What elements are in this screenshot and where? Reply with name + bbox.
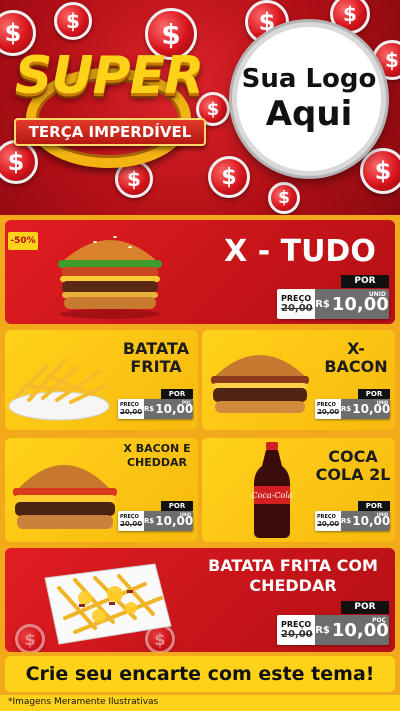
product-title: X BACON E CHEDDAR: [117, 442, 197, 470]
product-card-x-tudo: X - TUDO POR PREÇO 20,00 R$ 10,00 UNID: [5, 220, 395, 324]
unit-label: UNID: [376, 512, 389, 517]
product-card-batata-cheddar: $ $ BATATA FRITA COM CHEDDAR POR PREÇO 2…: [5, 548, 395, 652]
price-old-block: PREÇO 20,00: [277, 615, 315, 645]
old-price: 20,00: [317, 520, 340, 528]
price-box: PREÇO 20,00 R$ 10,00 UNID: [277, 289, 389, 319]
por-label: POR: [161, 389, 193, 399]
price-box: PREÇO 20,00 R$ 10,00 UNID: [315, 399, 390, 419]
price-new-block: R$ 10,00 UNID: [144, 511, 193, 531]
price-new-block: R$ 10,00 POÇ: [315, 615, 389, 645]
currency: R$: [341, 517, 352, 525]
old-price: 20,00: [317, 408, 340, 416]
por-label: POR: [358, 501, 390, 511]
title-line1: X-: [347, 339, 365, 358]
preco-label: PREÇO: [281, 620, 312, 629]
disclaimer-text: *Imagens Meramente Ilustrativas: [8, 697, 159, 707]
price-old-block: PREÇO 20,00: [118, 399, 144, 419]
coin-decoration: $: [360, 148, 400, 194]
old-price: 20,00: [120, 520, 143, 528]
title-line2: CHEDDAR: [126, 456, 188, 469]
price-tag: POR PREÇO 20,00 R$ 10,00 UNID: [118, 501, 193, 531]
price-new-block: R$ 10,00 UNID: [341, 511, 390, 531]
title-line2: CHEDDAR: [249, 576, 337, 595]
old-price: 20,00: [281, 629, 313, 640]
currency: R$: [144, 517, 155, 525]
coin-decoration: $: [54, 2, 92, 40]
price-tag: POR PREÇO 20,00 R$ 10,00 POÇ: [277, 601, 389, 645]
soda-bottle-image: Coca-Cola: [251, 442, 293, 538]
unit-label: UNID: [179, 512, 192, 517]
old-price: 20,00: [120, 408, 143, 416]
title-line1: BATATA FRITA COM: [208, 556, 378, 575]
price-box: PREÇO 20,00 R$ 10,00 POÇ: [277, 615, 389, 645]
price-box: PREÇO 20,00 R$ 10,00 UNID: [315, 511, 390, 531]
hero-banner: $ $ $ $ $ $ $ $ $ $ $ $ SUPER TERÇA IMPE…: [0, 0, 400, 215]
price-old-block: PREÇO 20,00: [118, 511, 144, 531]
unit-label: POÇ: [372, 617, 386, 624]
unit-label: UNID: [368, 291, 386, 298]
preco-label: PREÇO: [281, 294, 312, 303]
fries-cheddar-image: [44, 563, 172, 645]
currency: R$: [315, 298, 330, 310]
product-title: X - TUDO: [224, 234, 376, 269]
currency: R$: [315, 624, 330, 636]
super-badge: SUPER TERÇA IMPERDÍVEL: [8, 38, 208, 168]
price-tag: POR PREÇO 20,00 R$ 10,00 UNID: [315, 389, 390, 419]
por-label: POR: [358, 389, 390, 399]
product-title: BATATA FRITA COM CHEDDAR: [195, 556, 391, 596]
price-new-block: R$ 10,00 UNID: [315, 289, 389, 319]
title-line2: FRITA: [130, 356, 182, 376]
price-old-block: PREÇO 20,00: [315, 399, 341, 419]
cta-banner: Crie seu encarte com este tema!: [5, 656, 395, 692]
price-tag: POR PREÇO 20,00 R$ 10,00 UNID: [277, 275, 389, 319]
old-price: 20,00: [281, 303, 313, 314]
product-title: BATATA FRITA: [117, 340, 195, 375]
por-label: POR: [161, 501, 193, 511]
logo-placeholder: Sua Logo Aqui: [232, 22, 386, 176]
price-box: PREÇO 20,00 R$ 10,00 POÇ: [118, 399, 193, 419]
currency: R$: [144, 405, 155, 413]
title-line1: COCA: [328, 447, 378, 466]
product-title: COCA COLA 2L: [314, 448, 392, 483]
product-title: X- BACON: [320, 340, 392, 375]
fries-image: [8, 358, 110, 421]
unit-label: UNID: [376, 400, 389, 405]
price-tag: POR PREÇO 20,00 R$ 10,00 POÇ: [118, 389, 193, 419]
subtitle-ribbon: TERÇA IMPERDÍVEL: [14, 118, 206, 146]
discount-badge: -50%: [8, 232, 38, 250]
super-title: SUPER: [14, 46, 204, 106]
cheddar-burger-image: [13, 465, 117, 529]
coke-label: Coca-Cola: [251, 491, 292, 500]
product-card-batata-frita: BATATA FRITA POR PREÇO 20,00 R$ 10,00 PO…: [5, 330, 198, 430]
price-new-block: R$ 10,00 UNID: [341, 399, 390, 419]
title-line1: BATATA: [122, 339, 190, 358]
bacon-burger-image: [211, 355, 309, 413]
logo-text-line1: Sua Logo: [241, 64, 377, 94]
product-card-coca-cola: Coca-Cola COCA COLA 2L POR PREÇO 20,00 R…: [202, 438, 395, 542]
title-line2: COLA 2L: [315, 464, 391, 484]
coin-decoration: $: [208, 156, 250, 198]
product-card-x-bacon: X- BACON POR PREÇO 20,00 R$ 10,00 UNID: [202, 330, 395, 430]
coin-decoration: $: [268, 182, 300, 214]
por-label: POR: [341, 601, 389, 614]
title-line1: X BACON E: [123, 442, 191, 455]
price-new-block: R$ 10,00 POÇ: [144, 399, 193, 419]
unit-label: POÇ: [181, 400, 192, 405]
price-old-block: PREÇO 20,00: [277, 289, 315, 319]
title-line2: BACON: [324, 356, 388, 376]
product-card-x-bacon-cheddar: X BACON E CHEDDAR POR PREÇO 20,00 R$ 10,…: [5, 438, 198, 542]
price-old-block: PREÇO 20,00: [315, 511, 341, 531]
price-tag: POR PREÇO 20,00 R$ 10,00 UNID: [315, 501, 390, 531]
burger-image: [58, 236, 162, 319]
currency: R$: [341, 405, 352, 413]
price-box: PREÇO 20,00 R$ 10,00 UNID: [118, 511, 193, 531]
logo-text-line2: Aqui: [265, 94, 353, 134]
por-label: POR: [341, 275, 389, 288]
